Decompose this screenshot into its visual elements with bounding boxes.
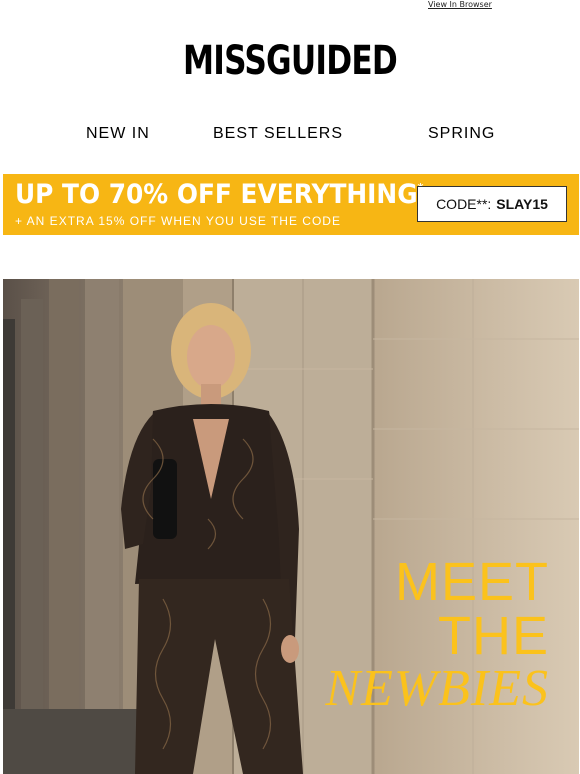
hero-headline: MEET THE NEWBIES bbox=[325, 555, 549, 715]
hero-headline-line1: MEET bbox=[394, 552, 549, 612]
hero-headline-line3: NEWBIES bbox=[325, 660, 549, 717]
nav-item-spring[interactable]: SPRING bbox=[428, 125, 495, 143]
brand-logo[interactable]: MISSGUIDED bbox=[64, 38, 516, 84]
view-in-browser-link[interactable]: View In Browser bbox=[428, 0, 492, 9]
promo-code-box[interactable]: CODE**: SLAY15 bbox=[417, 186, 567, 222]
promo-subtitle: + AN EXTRA 15% OFF WHEN YOU USE THE CODE bbox=[15, 214, 341, 228]
nav-item-new-in[interactable]: NEW IN bbox=[86, 125, 150, 143]
hero-image[interactable]: MEET THE NEWBIES bbox=[3, 279, 579, 774]
promo-code-label: CODE**: bbox=[436, 196, 492, 212]
hero-headline-line2: THE bbox=[438, 606, 549, 666]
main-nav: NEW IN BEST SELLERS SPRING bbox=[0, 125, 580, 145]
nav-item-best-sellers[interactable]: BEST SELLERS bbox=[213, 125, 343, 143]
promo-title: UP TO 70% OFF EVERYTHING* bbox=[15, 179, 423, 210]
promo-banner[interactable]: UP TO 70% OFF EVERYTHING* + AN EXTRA 15%… bbox=[3, 174, 579, 235]
promo-code: SLAY15 bbox=[496, 196, 548, 212]
